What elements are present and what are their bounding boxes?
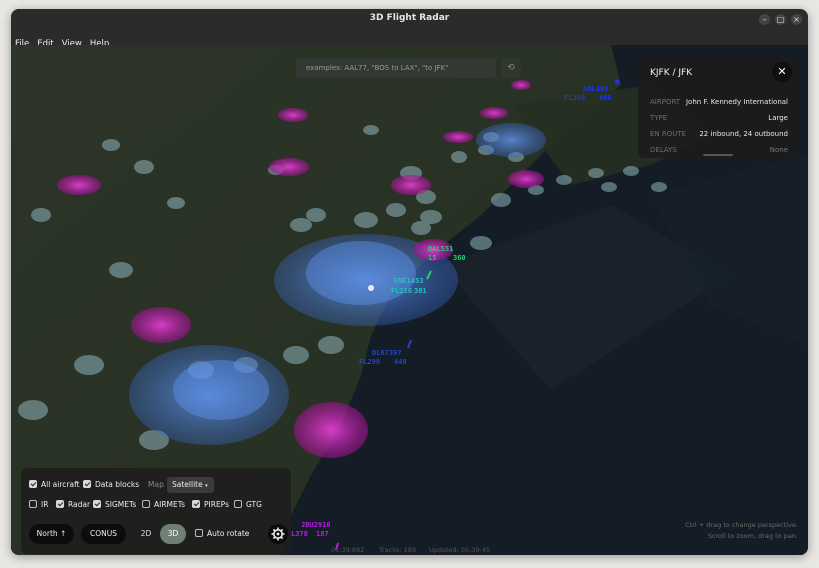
airport-row-value: John F. Kennedy International (685, 98, 788, 106)
perspective-hint: Ctrl + drag to change perspective. (685, 521, 798, 529)
close-window-icon[interactable]: × (791, 14, 802, 25)
gtg-checkbox[interactable]: GTG (234, 500, 262, 510)
checkbox-checked-icon (192, 500, 200, 508)
pireps-label: PIREPs (204, 500, 229, 509)
zoom-hint: Scroll to zoom, drag to pan. (707, 532, 798, 540)
status-tracks: Tracks: 189 (379, 546, 417, 554)
menu-bar: File Edit View Help (11, 31, 808, 49)
status-time: 05:39:892 (331, 546, 365, 554)
flight-alt-dl67397: FL299 (359, 358, 380, 366)
checkbox-unchecked-icon (29, 500, 37, 508)
app-window: 3D Flight Radar – □ × File Edit View Help (11, 9, 808, 555)
aircraft-aal490[interactable] (614, 79, 620, 85)
checkbox-checked-icon (56, 500, 64, 508)
airport-row-key: EN ROUTE (650, 130, 687, 138)
ir-checkbox[interactable]: IR (29, 500, 48, 510)
flight-alt-jbu2910: L378 (291, 530, 308, 538)
checkbox-unchecked-icon (234, 500, 242, 508)
sigmets-checkbox[interactable]: SIGMETs (93, 500, 136, 510)
airport-row-key: DELAYS (650, 146, 677, 154)
north-button[interactable]: North ↑ (29, 524, 74, 544)
history-icon[interactable]: ⟲ (501, 58, 521, 78)
layer-controls-panel: All aircraft Data blocks Map Satellite ▾… (21, 468, 291, 554)
airport-row-type: TYPE Large (650, 114, 788, 122)
view-2d-toggle[interactable]: 2D (133, 524, 159, 544)
flight-alt-dal551: 15 (428, 254, 436, 262)
airport-row-enroute: EN ROUTE 22 inbound, 24 outbound (650, 130, 788, 138)
map-label: Map (148, 480, 164, 489)
settings-button[interactable] (268, 524, 288, 544)
radar-checkbox[interactable]: Radar (56, 500, 90, 510)
title-bar: 3D Flight Radar – □ × (11, 9, 808, 31)
flight-search-input[interactable]: examples: AAL77, "BOS to LAX", "to JFK" (296, 58, 496, 78)
flight-callsign-dl67397[interactable]: DL67397 (372, 349, 402, 357)
flight-speed-aal490: 480 (599, 94, 612, 102)
airport-row-value: 22 inbound, 24 outbound (699, 130, 788, 138)
minimize-icon[interactable]: – (759, 14, 770, 25)
auto-rotate-label: Auto rotate (207, 529, 250, 538)
checkbox-checked-icon (83, 480, 91, 488)
gtg-label: GTG (246, 500, 262, 509)
maximize-icon[interactable]: □ (775, 14, 786, 25)
airport-row-value: Large (768, 114, 788, 122)
map-view[interactable]: AAL490 FL380 480 DAL551 15 360 ENE1453 F… (11, 45, 808, 555)
airport-row-delays: DELAYS None (650, 146, 788, 154)
flight-callsign-dal551[interactable]: DAL551 (428, 245, 453, 253)
radar-label: Radar (68, 500, 91, 509)
gear-icon (271, 527, 285, 541)
checkbox-checked-icon (29, 480, 37, 488)
airport-row-key: AIRPORT (650, 98, 681, 106)
data-blocks-label: Data blocks (95, 480, 140, 489)
checkbox-unchecked-icon (195, 529, 203, 537)
checkbox-checked-icon (93, 500, 101, 508)
flight-alt-ene1453: FL216 (391, 287, 412, 295)
airmets-checkbox[interactable]: AIRMETs (142, 500, 185, 510)
airport-row-value: None (769, 146, 788, 154)
flight-alt-aal490: FL380 (564, 94, 585, 102)
window-title: 3D Flight Radar (369, 13, 450, 23)
map-style-value: Satellite (172, 480, 203, 489)
airmets-label: AIRMETs (154, 500, 186, 509)
airport-row-key: TYPE (650, 114, 668, 122)
flight-callsign-aal490[interactable]: AAL490 (583, 85, 608, 93)
map-style-select[interactable]: Satellite ▾ (167, 477, 214, 493)
pireps-checkbox[interactable]: PIREPs (192, 500, 229, 510)
flight-speed-jbu2910: 187 (316, 530, 329, 538)
flight-callsign-ene1453[interactable]: ENE1453 (394, 277, 424, 285)
close-panel-icon[interactable]: ✕ (772, 62, 792, 82)
chevron-down-icon: ▾ (205, 483, 208, 489)
flight-speed-ene1453: 381 (414, 287, 427, 295)
flight-callsign-jbu2910[interactable]: JBU2910 (301, 521, 331, 529)
checkbox-unchecked-icon (142, 500, 150, 508)
flight-speed-dl67397: 449 (394, 358, 407, 366)
conus-button[interactable]: CONUS (81, 524, 126, 544)
panel-drag-handle[interactable] (703, 154, 733, 156)
data-blocks-checkbox[interactable]: Data blocks (83, 480, 139, 490)
all-aircraft-checkbox[interactable]: All aircraft (29, 480, 80, 490)
view-3d-toggle[interactable]: 3D (160, 524, 186, 544)
status-updated: Updated: 05:39:45 (429, 546, 491, 554)
ir-label: IR (41, 500, 49, 509)
airport-marker-jfk[interactable] (368, 285, 374, 291)
airport-panel-title: KJFK / JFK (650, 68, 693, 78)
flight-speed-dal551: 360 (453, 254, 466, 262)
all-aircraft-label: All aircraft (41, 480, 80, 489)
airport-info-panel: KJFK / JFK ✕ AIRPORT John F. Kennedy Int… (638, 57, 798, 158)
sigmets-label: SIGMETs (105, 500, 137, 509)
auto-rotate-checkbox[interactable]: Auto rotate (195, 529, 249, 539)
